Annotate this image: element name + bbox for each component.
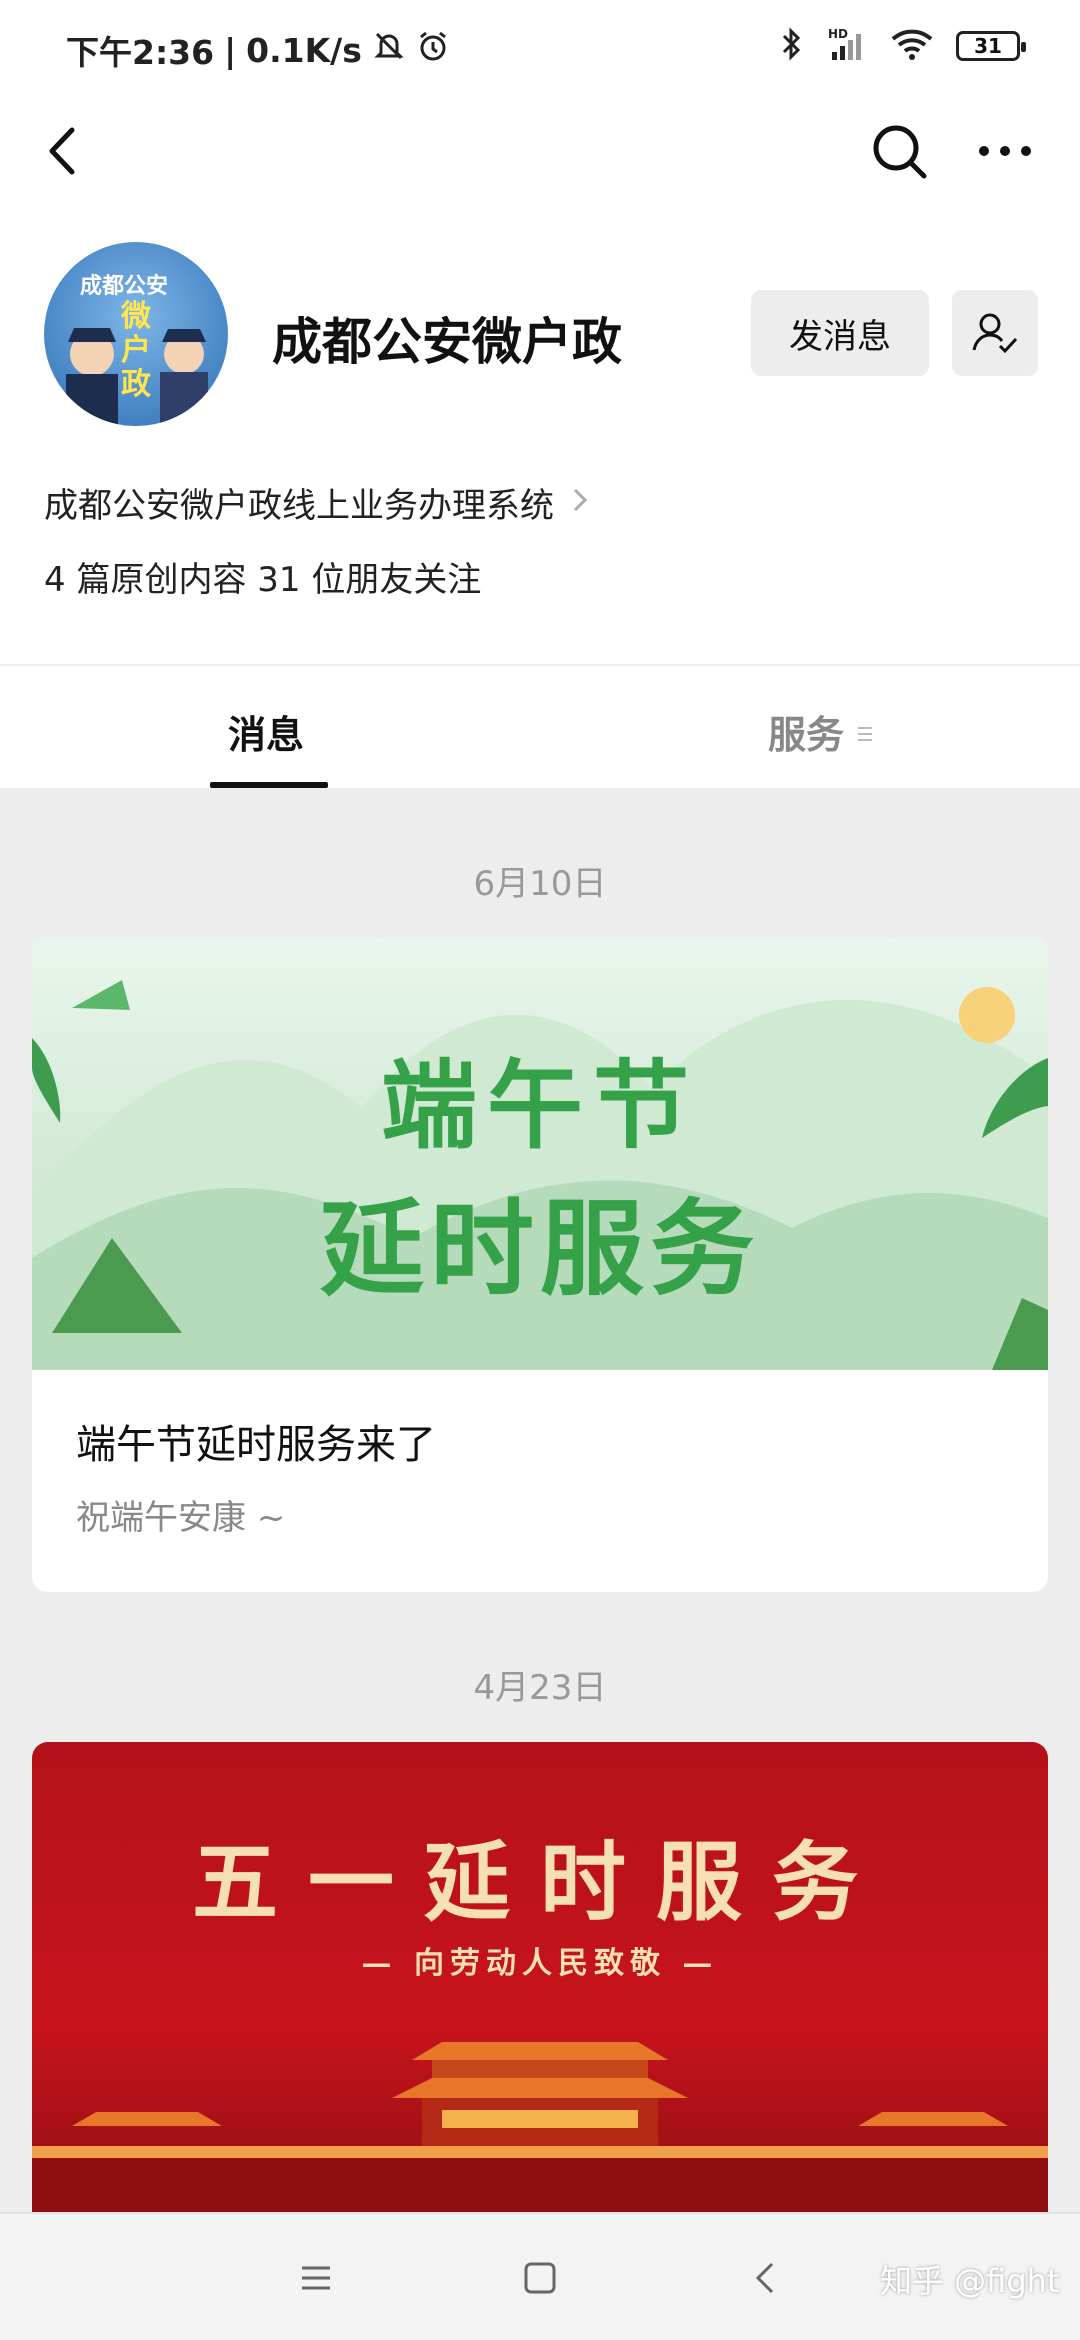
status-speed: 0.1K/s — [246, 30, 362, 70]
article-banner: 端午节 延时服务 — [32, 938, 1048, 1370]
active-tab-indicator — [210, 782, 328, 788]
account-stats: 4 篇原创内容 31 位朋友关注 — [44, 560, 482, 600]
article-card[interactable]: 五一延时服务 — 向劳动人民致敬 — — [32, 1742, 1048, 2212]
tab-services-label: 服务 — [768, 713, 845, 757]
account-description-link[interactable]: 成都公安微户政线上业务办理系统 — [44, 478, 588, 527]
banner-line-1: 端午节 — [381, 1049, 699, 1162]
article-subtitle: 祝端午安康 ~ — [76, 1498, 286, 1538]
menu-lines-icon — [856, 710, 874, 754]
back-icon[interactable] — [30, 116, 100, 186]
account-name: 成都公安微户政 — [272, 313, 622, 371]
page: 下午2:36 | 0.1K/s HD 31 成都公安 微户政 成都公安微户政 发… — [0, 0, 1080, 2340]
chevron-right-icon — [572, 483, 588, 523]
alarm-icon — [416, 29, 450, 71]
follow-status-button[interactable] — [952, 290, 1038, 376]
system-nav-bar: 知乎 @fight — [0, 2212, 1080, 2340]
home-icon[interactable] — [510, 2248, 570, 2308]
silent-icon — [372, 29, 406, 71]
article-title: 端午节延时服务来了 — [76, 1422, 436, 1468]
palace-illustration-icon — [32, 2042, 1048, 2212]
recent-apps-icon[interactable] — [286, 2248, 346, 2308]
avatar[interactable]: 成都公安 微户政 — [44, 242, 228, 426]
system-back-icon[interactable] — [736, 2248, 796, 2308]
tab-services[interactable]: 服务 — [768, 704, 874, 759]
nav-bar — [0, 96, 1080, 206]
more-icon[interactable] — [970, 116, 1040, 186]
bluetooth-icon — [780, 26, 804, 66]
status-bar: 下午2:36 | 0.1K/s HD 31 — [0, 0, 1080, 96]
svg-text:HD: HD — [828, 27, 848, 41]
article-card[interactable]: 端午节 延时服务 端午节延时服务来了 祝端午安康 ~ — [32, 938, 1048, 1592]
wifi-icon — [890, 27, 934, 65]
status-separator: | — [224, 30, 237, 70]
account-profile: 成都公安 微户政 成都公安微户政 发消息 成都公安微户政线上业务办理系统 4 篇… — [0, 206, 1080, 664]
tab-messages[interactable]: 消息 — [228, 704, 304, 759]
signal-hd-icon: HD — [826, 26, 868, 66]
article-banner: 五一延时服务 — 向劳动人民致敬 — — [32, 1742, 1048, 2212]
account-description: 成都公安微户政线上业务办理系统 — [44, 486, 554, 526]
police-illustration-icon — [66, 328, 208, 426]
feed-date: 4月23日 — [473, 1668, 607, 1708]
search-icon[interactable] — [864, 116, 934, 186]
user-check-icon — [972, 313, 1018, 354]
battery-icon: 31 — [956, 31, 1026, 61]
tab-bar: 消息 服务 — [0, 664, 1080, 788]
banner-line-2: 延时服务 — [319, 1187, 760, 1310]
send-message-button[interactable]: 发消息 — [751, 290, 929, 376]
watermark: 知乎 @fight — [880, 2262, 1060, 2300]
feed-date: 6月10日 — [473, 864, 607, 904]
status-time: 下午2:36 — [66, 33, 215, 72]
